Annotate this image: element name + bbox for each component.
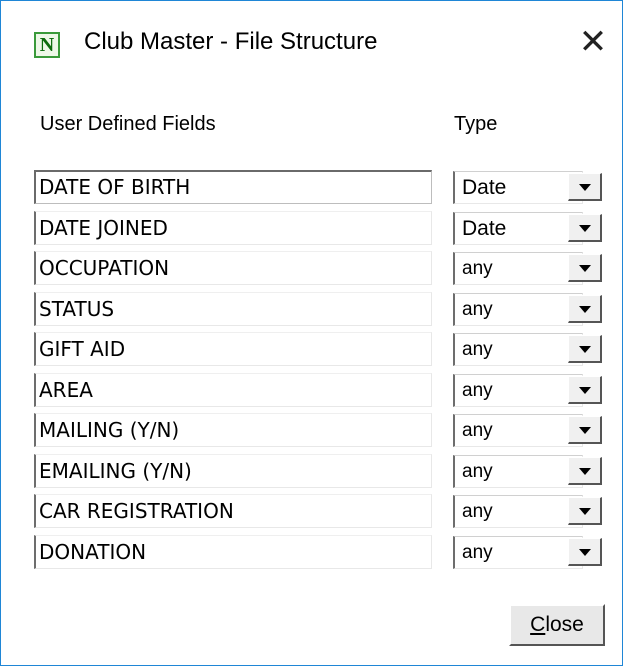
- field-row: CAR REGISTRATION any: [34, 493, 602, 534]
- field-name-input[interactable]: CAR REGISTRATION: [34, 494, 432, 528]
- field-row: STATUS any: [34, 291, 602, 332]
- type-value: any: [462, 460, 493, 482]
- type-value: any: [462, 501, 493, 522]
- title-bar[interactable]: N Club Master - File Structure ✕: [1, 1, 622, 81]
- chevron-down-icon[interactable]: [568, 254, 602, 282]
- app-icon: N: [34, 32, 60, 58]
- type-select[interactable]: any: [453, 414, 602, 447]
- type-value: Date: [462, 216, 507, 240]
- field-name-input[interactable]: OCCUPATION: [34, 251, 432, 285]
- field-row: EMAILING (Y/N) any: [34, 453, 602, 494]
- field-name-input[interactable]: DATE OF BIRTH: [34, 170, 432, 204]
- field-row: DONATION any: [34, 534, 602, 575]
- type-value: any: [462, 298, 493, 320]
- chevron-down-icon[interactable]: [568, 173, 602, 201]
- window-title: Club Master - File Structure: [84, 28, 378, 55]
- chevron-down-icon[interactable]: [568, 213, 602, 242]
- dialog-window: N Club Master - File Structure ✕ User De…: [0, 0, 623, 666]
- type-value: Date: [462, 176, 507, 199]
- type-value: any: [462, 379, 493, 401]
- type-select[interactable]: Date: [453, 211, 602, 245]
- type-value: any: [462, 541, 493, 563]
- type-select[interactable]: any: [453, 535, 602, 569]
- field-name-input[interactable]: AREA: [34, 372, 432, 407]
- field-name-input[interactable]: DONATION: [34, 534, 432, 569]
- field-row: DATE JOINED Date: [34, 210, 602, 251]
- field-row: MAILING (Y/N) any: [34, 412, 602, 453]
- type-select[interactable]: any: [453, 454, 602, 488]
- chevron-down-icon[interactable]: [568, 335, 602, 363]
- type-select[interactable]: any: [453, 495, 602, 528]
- type-value: any: [462, 258, 493, 279]
- type-value: any: [462, 420, 493, 441]
- field-name-input[interactable]: MAILING (Y/N): [34, 413, 432, 447]
- close-label: lose: [545, 613, 584, 636]
- field-name-input[interactable]: DATE JOINED: [34, 210, 432, 245]
- type-select[interactable]: any: [453, 252, 602, 285]
- type-select[interactable]: any: [453, 292, 602, 326]
- fields-grid: DATE OF BIRTH Date DATE JOINED Date OCCU…: [34, 169, 602, 575]
- type-value: any: [462, 339, 493, 360]
- chevron-down-icon[interactable]: [568, 537, 602, 566]
- chevron-down-icon[interactable]: [568, 375, 602, 404]
- type-select[interactable]: any: [453, 373, 602, 407]
- chevron-down-icon[interactable]: [568, 416, 602, 444]
- field-row: AREA any: [34, 372, 602, 413]
- type-select[interactable]: any: [453, 333, 602, 366]
- close-button[interactable]: Close: [509, 604, 605, 646]
- field-row: OCCUPATION any: [34, 250, 602, 291]
- chevron-down-icon[interactable]: [568, 456, 602, 485]
- close-window-icon[interactable]: ✕: [575, 25, 611, 61]
- type-select[interactable]: Date: [453, 171, 602, 204]
- type-header: Type: [454, 113, 498, 135]
- user-defined-fields-header: User Defined Fields: [40, 113, 216, 135]
- chevron-down-icon[interactable]: [568, 294, 602, 323]
- field-name-input[interactable]: STATUS: [34, 291, 432, 326]
- field-row: DATE OF BIRTH Date: [34, 169, 602, 210]
- field-name-input[interactable]: GIFT AID: [34, 332, 432, 366]
- chevron-down-icon[interactable]: [568, 497, 602, 525]
- field-row: GIFT AID any: [34, 331, 602, 372]
- field-name-input[interactable]: EMAILING (Y/N): [34, 453, 432, 488]
- close-mnemonic: C: [530, 613, 546, 636]
